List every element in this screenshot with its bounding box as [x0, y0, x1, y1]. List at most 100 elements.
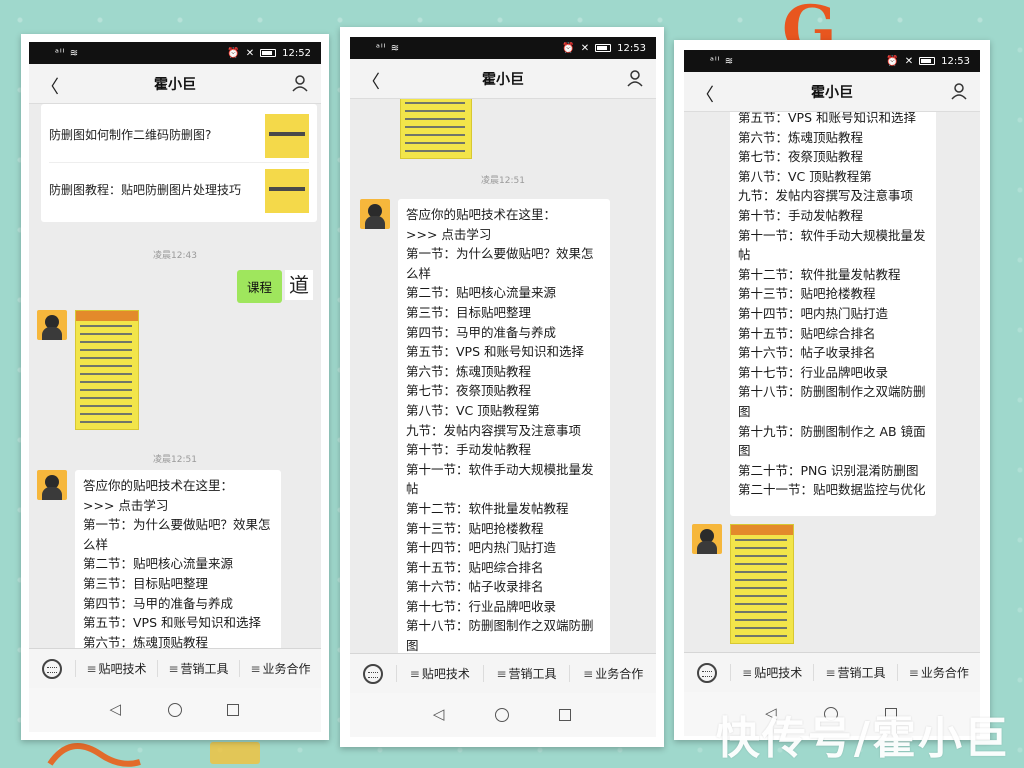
article-thumbnail	[265, 114, 309, 158]
message-line: 帖	[406, 481, 419, 497]
menu-icon: ≡	[825, 666, 836, 680]
back-arrow-icon[interactable]: 〈	[696, 81, 714, 107]
timestamp: 凌晨12:51	[153, 455, 197, 465]
message-line: 第十节：手动发帖教程	[406, 442, 532, 458]
phone-screen: ᵃᴵᴵ ≋ ⏰ ✕ 12:53 〈 霍小巨 凌晨12:51 答应你的贴吧技术在这…	[350, 37, 656, 737]
menu-item-tools[interactable]: ≡ 营销工具	[482, 665, 570, 682]
message-line: 第十八节：防删图制作之双端防删	[738, 384, 926, 400]
message-line: 第六节：炼魂顶贴教程	[738, 129, 864, 145]
chat-title: 霍小巨	[154, 76, 196, 93]
battery-icon	[260, 49, 277, 57]
menu-icon: ≡	[409, 667, 420, 681]
message-line: 第一节：为什么要做贴吧？效果怎	[83, 517, 271, 533]
article-card-item[interactable]: 防删图如何制作二维码防删图?	[49, 110, 309, 162]
menu-item-tieba[interactable]: ≡ 贴吧技术	[396, 665, 483, 682]
profile-icon[interactable]	[626, 69, 644, 87]
menu-item-business[interactable]: ≡ 业务合作	[896, 664, 980, 681]
keyboard-toggle[interactable]	[29, 658, 75, 679]
message-line[interactable]: >>> 点击学习	[83, 496, 273, 516]
message-line: 答应你的贴吧技术在这里：	[406, 207, 557, 222]
status-time: 12:53	[617, 42, 646, 54]
phone-screenshot-3: ᵃᴵᴵ ≋ ⏰ ✕ 12:53 〈 霍小巨 第五节：VPS 和账号知识和选择 第…	[674, 40, 990, 740]
keyboard-toggle[interactable]	[350, 663, 396, 684]
menu-label: 营销工具	[837, 666, 886, 680]
bottom-menu-bar: ≡ 贴吧技术 ≡ 营销工具 ≡ 业务合作	[684, 652, 980, 692]
keyboard-icon	[42, 658, 62, 679]
nav-back-icon[interactable]	[433, 705, 446, 723]
signal-icon: ᵃᴵᴵ ≋	[710, 55, 735, 67]
alarm-icon: ⏰	[886, 55, 899, 67]
battery-icon	[919, 57, 936, 65]
message-line: 第十五节：贴吧综合排名	[738, 325, 876, 341]
message-line: 第十节：手动发帖教程	[738, 207, 864, 223]
profile-icon[interactable]	[291, 74, 309, 92]
message-line: 第十一节：软件手动大规模批量发	[406, 461, 594, 477]
chat-area[interactable]: 第五节：VPS 和账号知识和选择 第六节：炼魂顶贴教程 第七节：夜祭顶贴教程 第…	[684, 112, 980, 652]
signal-icon: ᵃᴵᴵ ≋	[376, 42, 401, 54]
menu-label: 营销工具	[508, 667, 557, 681]
nav-back-icon[interactable]	[110, 700, 123, 718]
article-title: 防删图教程：贴吧防删图片处理技巧	[49, 182, 242, 197]
nav-home-icon[interactable]	[167, 703, 182, 717]
message-line: 第三节：目标贴吧整理	[83, 575, 209, 591]
message-line: 九节：发帖内容撰写及注意事项	[738, 188, 914, 204]
menu-item-tools[interactable]: ≡ 营销工具	[813, 664, 896, 681]
bot-avatar[interactable]	[37, 470, 67, 500]
menu-label: 贴吧技术	[421, 667, 470, 681]
menu-label: 营销工具	[180, 662, 229, 676]
chat-area[interactable]: 凌晨12:51 答应你的贴吧技术在这里： >>> 点击学习 第一节：为什么要做贴…	[350, 99, 656, 653]
message-line: 第八节：VC 顶贴教程第	[738, 168, 872, 184]
bot-avatar[interactable]	[360, 199, 390, 229]
menu-item-business[interactable]: ≡ 业务合作	[239, 660, 321, 677]
menu-item-tieba[interactable]: ≡ 贴吧技术	[730, 664, 813, 681]
menu-item-tools[interactable]: ≡ 营销工具	[157, 660, 239, 677]
menu-label: 贴吧技术	[98, 662, 147, 676]
message-line: 第十六节：帖子收录排名	[738, 345, 876, 361]
message-line: 第十三节：贴吧抢楼教程	[406, 520, 544, 536]
message-line: 第十四节：吧内热门贴打造	[738, 305, 889, 321]
menu-label: 业务合作	[262, 662, 311, 676]
bottom-menu-bar: ≡ 贴吧技术 ≡ 营销工具 ≡ 业务合作	[29, 648, 321, 688]
message-line: 第五节：VPS 和账号知识和选择	[406, 344, 584, 360]
status-bar: ᵃᴵᴵ ≋ ⏰ ✕ 12:52	[29, 42, 321, 64]
bot-avatar[interactable]	[37, 310, 67, 340]
nav-recent-icon[interactable]	[559, 709, 572, 721]
message-line: 第十六节：帖子收录排名	[406, 579, 544, 595]
menu-icon: ≡	[250, 662, 261, 676]
course-image[interactable]	[75, 310, 139, 430]
message-line: 第六节：炼魂顶贴教程	[83, 634, 209, 648]
user-avatar[interactable]: 道	[285, 270, 313, 300]
chat-title-bar: 〈 霍小巨	[684, 72, 980, 112]
message-line: 图	[406, 638, 419, 653]
message-line[interactable]: >>> 点击学习	[406, 225, 602, 245]
article-card-item[interactable]: 防删图教程：贴吧防删图片处理技巧	[49, 162, 309, 218]
profile-icon[interactable]	[950, 82, 968, 100]
menu-item-business[interactable]: ≡ 业务合作	[569, 665, 656, 682]
keyboard-toggle[interactable]	[684, 662, 730, 683]
mute-icon: ✕	[904, 55, 914, 67]
menu-item-tieba[interactable]: ≡ 贴吧技术	[75, 660, 157, 677]
message-line: 第十四节：吧内热门贴打造	[406, 540, 557, 556]
message-bubble[interactable]: 第五节：VPS 和账号知识和选择 第六节：炼魂顶贴教程 第七节：夜祭顶贴教程 第…	[730, 112, 936, 516]
bot-avatar[interactable]	[692, 524, 722, 554]
sent-message-bubble[interactable]: 课程	[237, 270, 283, 303]
chat-title-bar: 〈 霍小巨	[350, 59, 656, 99]
back-arrow-icon[interactable]: 〈	[362, 68, 380, 94]
message-line: 第十三节：贴吧抢楼教程	[738, 286, 876, 302]
nav-home-icon[interactable]	[495, 708, 510, 722]
back-arrow-icon[interactable]: 〈	[41, 73, 59, 99]
message-bubble[interactable]: 答应你的贴吧技术在这里： >>> 点击学习 第一节：为什么要做贴吧？效果怎 么样…	[75, 470, 281, 648]
course-image[interactable]	[730, 524, 794, 644]
menu-icon: ≡	[168, 662, 179, 676]
message-line: 第十八节：防删图制作之双端防删	[406, 618, 594, 634]
course-image[interactable]	[400, 99, 472, 159]
menu-icon: ≡	[86, 662, 97, 676]
android-nav-bar	[29, 688, 321, 732]
article-thumbnail	[265, 168, 309, 213]
message-line: 第二节：贴吧核心流量来源	[83, 556, 234, 572]
message-line: 第七节：夜祭顶贴教程	[406, 383, 532, 399]
article-card[interactable]: 防删图如何制作二维码防删图? 防删图教程：贴吧防删图片处理技巧	[41, 104, 317, 222]
nav-recent-icon[interactable]	[226, 704, 239, 716]
chat-area[interactable]: 防删图如何制作二维码防删图? 防删图教程：贴吧防删图片处理技巧 凌晨12:43 …	[29, 104, 321, 648]
message-bubble[interactable]: 答应你的贴吧技术在这里： >>> 点击学习 第一节：为什么要做贴吧？效果怎 么样…	[398, 199, 610, 653]
